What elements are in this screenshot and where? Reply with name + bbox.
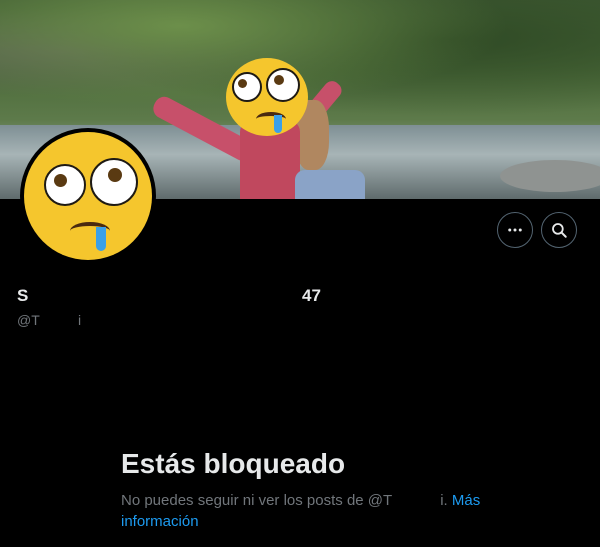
- face-cover-emoji-icon: [226, 58, 308, 136]
- display-name-end: 47: [302, 286, 321, 305]
- handle-start: @T: [17, 312, 40, 328]
- search-button[interactable]: [541, 212, 577, 248]
- blocked-title: Estás bloqueado: [121, 448, 346, 479]
- more-options-button[interactable]: [497, 212, 533, 248]
- more-horizontal-icon: [508, 228, 522, 232]
- blocked-text-after: i.: [440, 492, 448, 509]
- search-icon: [552, 223, 567, 238]
- banner-rock: [500, 160, 600, 192]
- blocked-text-before: No puedes seguir ni ver los posts de @T: [121, 492, 393, 509]
- avatar-emoji-icon: [24, 132, 152, 260]
- display-name-start: S: [17, 286, 29, 305]
- handle-end: i: [78, 312, 82, 328]
- blocked-message: No puedes seguir ni ver los posts de @T i…: [121, 490, 501, 532]
- profile-avatar[interactable]: [20, 128, 156, 264]
